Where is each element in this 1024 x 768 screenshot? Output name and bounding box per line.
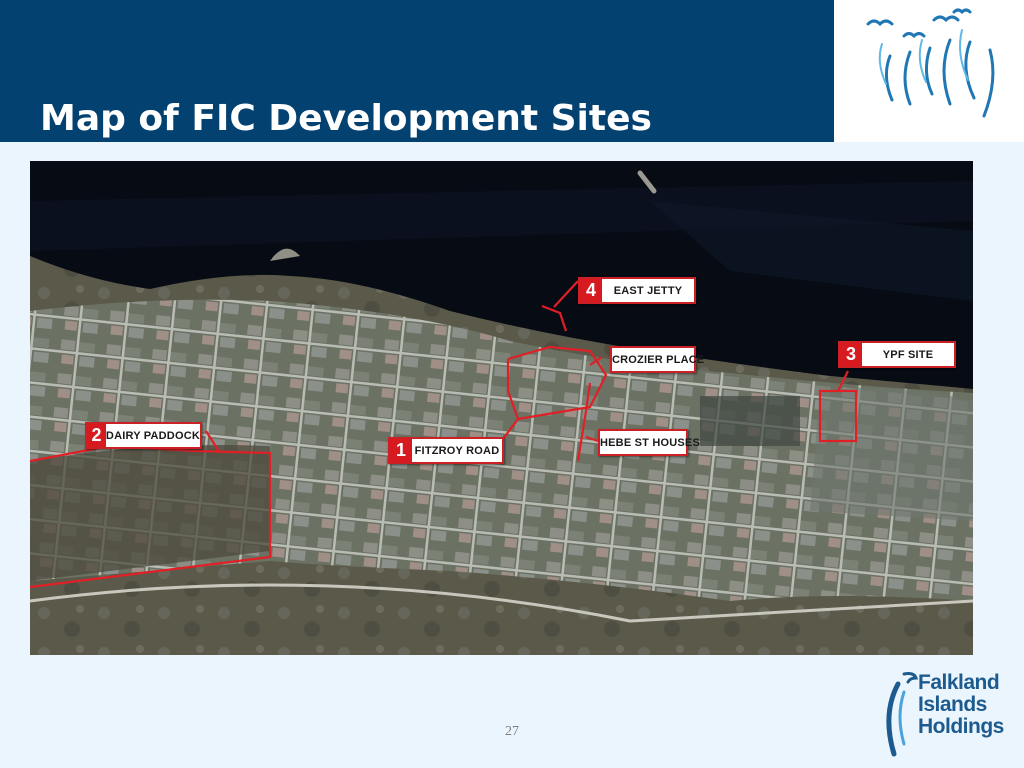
site-name: YPF SITE [882,348,934,361]
site-name: FITZROY ROAD [414,444,500,457]
fih-wordmark: Falkland Islands Holdings [918,672,1004,738]
page-number: 27 [505,724,519,739]
site-name: EAST JETTY [613,284,683,297]
falkland-bird-icon [886,672,918,757]
site-number: 3 [840,343,862,366]
site-name: HEBE ST HOUSES [600,436,700,449]
map-imagery [30,161,973,655]
fih-line-1: Falkland [918,671,1000,694]
top-logo-box [834,0,1024,142]
fih-line-2: Islands [918,693,987,716]
fih-line-3: Holdings [918,715,1004,738]
site-label-hebe-st-houses[interactable]: HEBE ST HOUSES [598,429,700,456]
site-label-dairy-paddock[interactable]: 2 DAIRY PADDOCK [85,422,202,449]
site-label-fitzroy-road[interactable]: 1 FITZROY ROAD [388,437,504,464]
satellite-map: 1 FITZROY ROAD 2 DAIRY PADDOCK 3 YPF SIT… [30,161,973,655]
birds-logo-icon [866,8,995,118]
site-number: 4 [580,279,602,302]
site-number: 1 [390,439,412,462]
site-name: DAIRY PADDOCK [105,429,200,442]
slide-title: Map of FIC Development Sites [40,98,652,139]
fih-logo: Falkland Islands Holdings [884,664,1014,760]
site-label-crozier-place[interactable]: CROZIER PLACE [610,346,704,373]
site-label-ypf-site[interactable]: 3 YPF SITE [838,341,956,368]
site-name: CROZIER PLACE [612,353,705,366]
site-number: 2 [87,424,106,447]
site-label-east-jetty[interactable]: 4 EAST JETTY [578,277,696,304]
